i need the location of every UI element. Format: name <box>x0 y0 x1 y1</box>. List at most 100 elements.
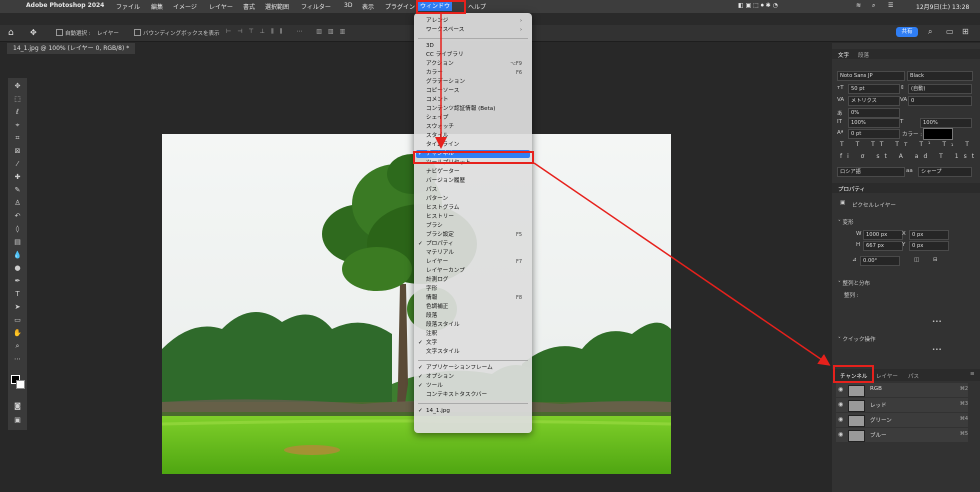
window-menu-item[interactable]: ✓ 14_1.jpg <box>416 407 530 415</box>
clone-stamp-tool-icon[interactable]: ♙ <box>12 199 23 208</box>
window-menu-item[interactable]: ブラシ設定 F5 <box>416 231 530 239</box>
channel-row[interactable]: ◉ レッド ⌘3 <box>836 398 968 412</box>
window-menu-item[interactable]: ヒストグラム <box>416 204 530 212</box>
window-menu-item[interactable]: ✓ オプション <box>416 373 530 381</box>
menu-view[interactable]: 表示 <box>362 2 374 11</box>
screen-mode-icon[interactable]: ▣ <box>12 416 23 425</box>
window-menu-item[interactable]: グラデーション <box>416 78 530 86</box>
move-tool-icon[interactable]: ✥ <box>30 28 37 37</box>
window-menu-item[interactable]: 文字スタイル <box>416 348 530 356</box>
align-icons[interactable]: ⊢⊣⊤⊥⫼⫼ ⋯ ▥▥▥ <box>226 28 351 36</box>
healing-brush-tool-icon[interactable]: ✚ <box>12 173 23 182</box>
window-menu-item[interactable]: ツールプリセット <box>416 159 530 167</box>
window-menu-item[interactable]: アレンジ › <box>416 17 530 25</box>
window-menu-item[interactable]: ブラシ <box>416 222 530 230</box>
transform-section[interactable]: ˅ 変形 <box>838 218 854 226</box>
window-menu-item[interactable]: ヒストリー <box>416 213 530 221</box>
rectangle-tool-icon[interactable]: ▭ <box>12 316 23 325</box>
window-menu-item[interactable]: ナビゲーター <box>416 168 530 176</box>
window-menu-item[interactable]: 注釈 <box>416 330 530 338</box>
quick-mask-icon[interactable]: ◙ <box>12 402 23 411</box>
path-selection-tool-icon[interactable]: ➤ <box>12 303 23 312</box>
tab-layers[interactable]: レイヤー <box>876 372 898 380</box>
control-center-icon[interactable]: ☰ <box>888 2 893 9</box>
visibility-icon[interactable]: ◉ <box>838 431 843 438</box>
font-family-select[interactable]: Noto Sans JP <box>837 71 905 81</box>
app-name[interactable]: Adobe Photoshop 2024 <box>26 2 104 9</box>
width-field[interactable]: 1000 px <box>863 230 903 240</box>
window-menu-item[interactable]: 色調補正 <box>416 303 530 311</box>
kerning-field[interactable]: メトリクス <box>848 96 900 106</box>
tsume-field[interactable]: 0% <box>848 108 900 118</box>
channel-row[interactable]: ◉ RGB ⌘2 <box>836 383 968 397</box>
move-tool-icon[interactable]: ✥ <box>12 82 23 91</box>
history-brush-tool-icon[interactable]: ↶ <box>12 212 23 221</box>
flip-buttons[interactable]: ◫ ⊟ <box>914 257 944 263</box>
window-menu-item[interactable]: CC ライブラリ <box>416 51 530 59</box>
quick-actions-section[interactable]: ˅ クイック操作 <box>838 335 876 343</box>
angle-field[interactable]: 0.00° <box>860 256 900 266</box>
menu-filter[interactable]: フィルター <box>301 2 331 11</box>
brush-tool-icon[interactable]: ✎ <box>12 186 23 195</box>
menu-plugins[interactable]: プラグイン <box>385 2 415 11</box>
tab-paths[interactable]: パス <box>908 372 919 380</box>
dodge-tool-icon[interactable]: ● <box>12 264 23 273</box>
baseline-field[interactable]: 0 pt <box>848 129 900 139</box>
tab-channels[interactable]: チャンネル <box>840 372 867 380</box>
menu-edit[interactable]: 編集 <box>151 2 163 11</box>
window-menu-item[interactable]: レイヤー F7 <box>416 258 530 266</box>
menu-image[interactable]: イメージ <box>173 2 197 11</box>
text-style-buttons[interactable]: T T TT Tт T¹ T₁ T Ŧ <box>840 141 980 148</box>
quick-more-icon[interactable]: ••• <box>932 347 942 353</box>
window-menu-item[interactable]: 段落スタイル <box>416 321 530 329</box>
horizontal-scale-field[interactable]: 100% <box>920 118 972 128</box>
pen-tool-icon[interactable]: ✒ <box>12 277 23 286</box>
more-tools-icon[interactable]: ⋯ <box>12 355 23 364</box>
window-menu-item[interactable]: スウォッチ <box>416 123 530 131</box>
menu-file[interactable]: ファイル <box>116 2 140 11</box>
document-tab[interactable]: 14_1.jpg @ 100% (レイヤー 0, RGB/8) * <box>7 43 136 54</box>
vertical-scale-field[interactable]: 100% <box>848 118 900 128</box>
align-section[interactable]: ˅ 整列と分布 <box>838 279 870 287</box>
leading-field[interactable]: (自動) <box>908 84 972 94</box>
window-menu-item[interactable]: パターン <box>416 195 530 203</box>
window-menu-item[interactable]: ✓ プロパティ <box>416 240 530 248</box>
window-menu-item[interactable]: 計測ログ <box>416 276 530 284</box>
menu-3d[interactable]: 3D <box>344 2 352 9</box>
window-menu-item[interactable]: 情報 F8 <box>416 294 530 302</box>
visibility-icon[interactable]: ◉ <box>838 401 843 408</box>
blur-tool-icon[interactable]: 💧 <box>12 251 23 260</box>
tab-properties[interactable]: プロパティ <box>838 185 865 193</box>
more-options-icon[interactable]: ••• <box>932 319 942 325</box>
window-menu-item[interactable]: スタイル <box>416 132 530 140</box>
window-menu-item[interactable]: 字形 <box>416 285 530 293</box>
language-select[interactable]: ロシア語 <box>837 167 905 177</box>
gradient-tool-icon[interactable]: ▤ <box>12 238 23 247</box>
arrange-icon[interactable]: ⊞ <box>962 27 969 36</box>
share-button[interactable]: 共有 <box>896 27 918 37</box>
window-menu-item[interactable]: コンテキストタスクバー <box>416 391 530 399</box>
opentype-buttons[interactable]: fi σ st A ad T 1st ½ <box>840 153 980 160</box>
auto-select-checkbox[interactable] <box>56 29 63 36</box>
menu-type[interactable]: 書式 <box>243 2 255 11</box>
crop-tool-icon[interactable]: ⌗ <box>12 134 23 143</box>
tab-paragraph[interactable]: 段落 <box>858 51 869 59</box>
eyedropper-tool-icon[interactable]: ⁄ <box>12 160 23 169</box>
window-menu-item[interactable]: ✓ ツール <box>416 382 530 390</box>
window-menu-item[interactable]: タイムライン <box>416 141 530 149</box>
channel-row[interactable]: ◉ ブルー ⌘5 <box>836 428 968 442</box>
antialias-select[interactable]: シャープ <box>918 167 972 177</box>
x-field[interactable]: 0 px <box>909 230 949 240</box>
lasso-tool-icon[interactable]: ℓ <box>12 108 23 117</box>
background-color-swatch[interactable] <box>16 380 25 389</box>
window-menu-item[interactable]: ✓ チャンネル <box>416 150 530 158</box>
window-menu-item[interactable]: マテリアル <box>416 249 530 257</box>
wifi-icon[interactable]: ≋ <box>856 2 861 9</box>
bounding-box-checkbox[interactable] <box>134 29 141 36</box>
window-menu-item[interactable]: ✓ 文字 <box>416 339 530 347</box>
panel-menu-icon[interactable]: ≡ <box>970 371 975 377</box>
type-tool-icon[interactable]: T <box>12 290 23 299</box>
object-selection-tool-icon[interactable]: ⌖ <box>12 121 23 130</box>
window-menu-item[interactable]: レイヤーカンプ <box>416 267 530 275</box>
frame-tool-icon[interactable]: ⊠ <box>12 147 23 156</box>
